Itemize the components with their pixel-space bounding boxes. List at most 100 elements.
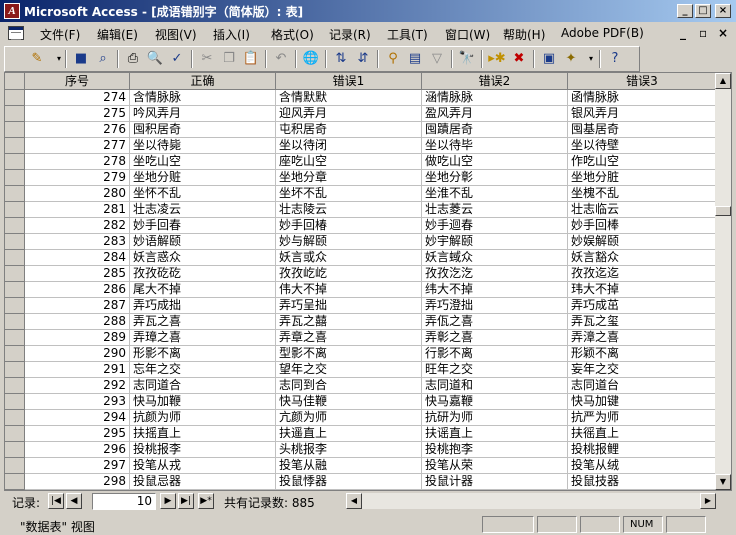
first-record-button[interactable]: |◀: [48, 493, 64, 509]
cell-error2[interactable]: 做吃山空: [422, 154, 568, 170]
cell-index[interactable]: 291: [25, 362, 130, 378]
cell-index[interactable]: 284: [25, 250, 130, 266]
cell-index[interactable]: 292: [25, 378, 130, 394]
record-selector[interactable]: [5, 202, 25, 218]
maximize-button[interactable]: □: [695, 4, 711, 18]
cell-correct[interactable]: 弄璋之喜: [130, 330, 276, 346]
cell-error3[interactable]: 作吃山空: [568, 154, 717, 170]
cell-correct[interactable]: 壮志凌云: [130, 202, 276, 218]
cell-error2[interactable]: 壮志菱云: [422, 202, 568, 218]
save-icon[interactable]: ■: [71, 50, 91, 68]
table-row[interactable]: 279 坐地分赃 坐地分章 坐地分彰 坐地分脏: [5, 170, 717, 186]
cell-error1[interactable]: 型影不离: [276, 346, 422, 362]
mdi-restore-button[interactable]: ▫: [699, 26, 707, 40]
record-selector[interactable]: [5, 314, 25, 330]
cell-index[interactable]: 290: [25, 346, 130, 362]
cell-correct[interactable]: 含情脉脉: [130, 90, 276, 106]
cell-correct[interactable]: 尾大不掉: [130, 282, 276, 298]
cell-correct[interactable]: 妙手回春: [130, 218, 276, 234]
spelling-icon[interactable]: ✓: [167, 50, 187, 68]
table-row[interactable]: 295 扶摇直上 扶遥直上 扶谣直上 扶徭直上: [5, 426, 717, 442]
print-preview-icon[interactable]: 🔍: [145, 50, 165, 68]
record-selector[interactable]: [5, 442, 25, 458]
record-selector[interactable]: [5, 330, 25, 346]
apply-filter-icon[interactable]: ▽: [427, 50, 447, 68]
cell-error1[interactable]: 坐坏不乱: [276, 186, 422, 202]
cell-error2[interactable]: 扶谣直上: [422, 426, 568, 442]
table-row[interactable]: 289 弄璋之喜 弄章之喜 弄彰之喜 弄漳之喜: [5, 330, 717, 346]
record-selector[interactable]: [5, 346, 25, 362]
cell-error1[interactable]: 壮志陵云: [276, 202, 422, 218]
record-selector[interactable]: [5, 170, 25, 186]
new-record-icon[interactable]: ▸✱: [487, 50, 507, 68]
record-selector[interactable]: [5, 298, 25, 314]
cell-error3[interactable]: 快马加键: [568, 394, 717, 410]
cell-correct[interactable]: 扶摇直上: [130, 426, 276, 442]
table-row[interactable]: 276 囤积居奇 屯积居奇 囤蹟居奇 囤基居奇: [5, 122, 717, 138]
menu-adobe-pdf[interactable]: Adobe PDF(B): [561, 26, 644, 40]
mdi-close-button[interactable]: ×: [718, 26, 728, 40]
cell-error2[interactable]: 旺年之交: [422, 362, 568, 378]
record-selector[interactable]: [5, 266, 25, 282]
table-row[interactable]: 281 壮志凌云 壮志陵云 壮志菱云 壮志临云: [5, 202, 717, 218]
table-row[interactable]: 283 妙语解颐 妙与解颐 妙宇解颐 妙娱解颐: [5, 234, 717, 250]
cell-index[interactable]: 274: [25, 90, 130, 106]
cell-error2[interactable]: 盈风弄月: [422, 106, 568, 122]
cell-correct[interactable]: 投桃报李: [130, 442, 276, 458]
menu-edit[interactable]: 编辑(E): [97, 26, 138, 43]
record-selector[interactable]: [5, 218, 25, 234]
table-row[interactable]: 290 形影不离 型影不离 行影不离 形颖不离: [5, 346, 717, 362]
record-selector[interactable]: [5, 234, 25, 250]
current-record-field[interactable]: 10: [92, 493, 156, 510]
hyperlink-icon[interactable]: 🌐: [301, 50, 321, 68]
table-row[interactable]: 280 坐怀不乱 坐坏不乱 坐淮不乱 坐槐不乱: [5, 186, 717, 202]
cell-error3[interactable]: 志同道台: [568, 378, 717, 394]
cell-error2[interactable]: 坐以待毕: [422, 138, 568, 154]
cell-correct[interactable]: 抗颜为师: [130, 410, 276, 426]
cell-error1[interactable]: 弄瓦之囍: [276, 314, 422, 330]
cell-error3[interactable]: 孜孜迄迄: [568, 266, 717, 282]
new-object-dropdown-icon[interactable]: ▾: [581, 50, 601, 68]
menu-tools[interactable]: 工具(T): [387, 26, 428, 43]
menu-file[interactable]: 文件(F): [40, 26, 80, 43]
cell-error2[interactable]: 纬大不掉: [422, 282, 568, 298]
table-row[interactable]: 277 坐以待毙 坐以待闭 坐以待毕 坐以待壁: [5, 138, 717, 154]
cell-correct[interactable]: 快马加鞭: [130, 394, 276, 410]
cell-correct[interactable]: 坐怀不乱: [130, 186, 276, 202]
table-row[interactable]: 293 快马加鞭 快马佳鞭 快马嘉鞭 快马加键: [5, 394, 717, 410]
last-record-button[interactable]: ▶|: [178, 493, 194, 509]
cell-error3[interactable]: 形颖不离: [568, 346, 717, 362]
scroll-thumb[interactable]: [715, 206, 731, 216]
cell-correct[interactable]: 弄瓦之喜: [130, 314, 276, 330]
column-header-error2[interactable]: 错误2: [422, 73, 568, 90]
delete-record-icon[interactable]: ✖: [509, 50, 529, 68]
table-row[interactable]: 292 志同道合 志同到合 志同道和 志同道台: [5, 378, 717, 394]
sort-asc-icon[interactable]: ⇅: [331, 50, 351, 68]
record-selector[interactable]: [5, 426, 25, 442]
mdi-minimize-button[interactable]: _: [680, 26, 686, 40]
cell-index[interactable]: 277: [25, 138, 130, 154]
record-selector[interactable]: [5, 410, 25, 426]
scroll-right-button[interactable]: ▶: [700, 493, 716, 509]
cell-correct[interactable]: 妙语解颐: [130, 234, 276, 250]
cell-correct[interactable]: 孜孜矻矻: [130, 266, 276, 282]
table-row[interactable]: 297 投笔从戎 投笔从融 投笔从荣 投笔从绒: [5, 458, 717, 474]
table-row[interactable]: 282 妙手回春 妙手回椿 妙手迴春 妙手回棒: [5, 218, 717, 234]
cell-error2[interactable]: 行影不离: [422, 346, 568, 362]
sort-desc-icon[interactable]: ⇵: [353, 50, 373, 68]
table-row[interactable]: 294 抗颜为师 亢颜为师 抗研为师 抗严为师: [5, 410, 717, 426]
cell-index[interactable]: 278: [25, 154, 130, 170]
cell-error3[interactable]: 投鼠技器: [568, 474, 717, 490]
table-row[interactable]: 285 孜孜矻矻 孜孜屹屹 孜孜汔汔 孜孜迄迄: [5, 266, 717, 282]
cell-error3[interactable]: 抗严为师: [568, 410, 717, 426]
cell-error2[interactable]: 涵情脉脉: [422, 90, 568, 106]
cell-error3[interactable]: 函情脉脉: [568, 90, 717, 106]
record-selector[interactable]: [5, 122, 25, 138]
cell-correct[interactable]: 囤积居奇: [130, 122, 276, 138]
cell-index[interactable]: 295: [25, 426, 130, 442]
cell-index[interactable]: 279: [25, 170, 130, 186]
previous-record-button[interactable]: ◀: [66, 493, 82, 509]
cell-error1[interactable]: 妙与解颐: [276, 234, 422, 250]
scroll-left-button[interactable]: ◀: [346, 493, 362, 509]
cell-error2[interactable]: 投桃抱李: [422, 442, 568, 458]
